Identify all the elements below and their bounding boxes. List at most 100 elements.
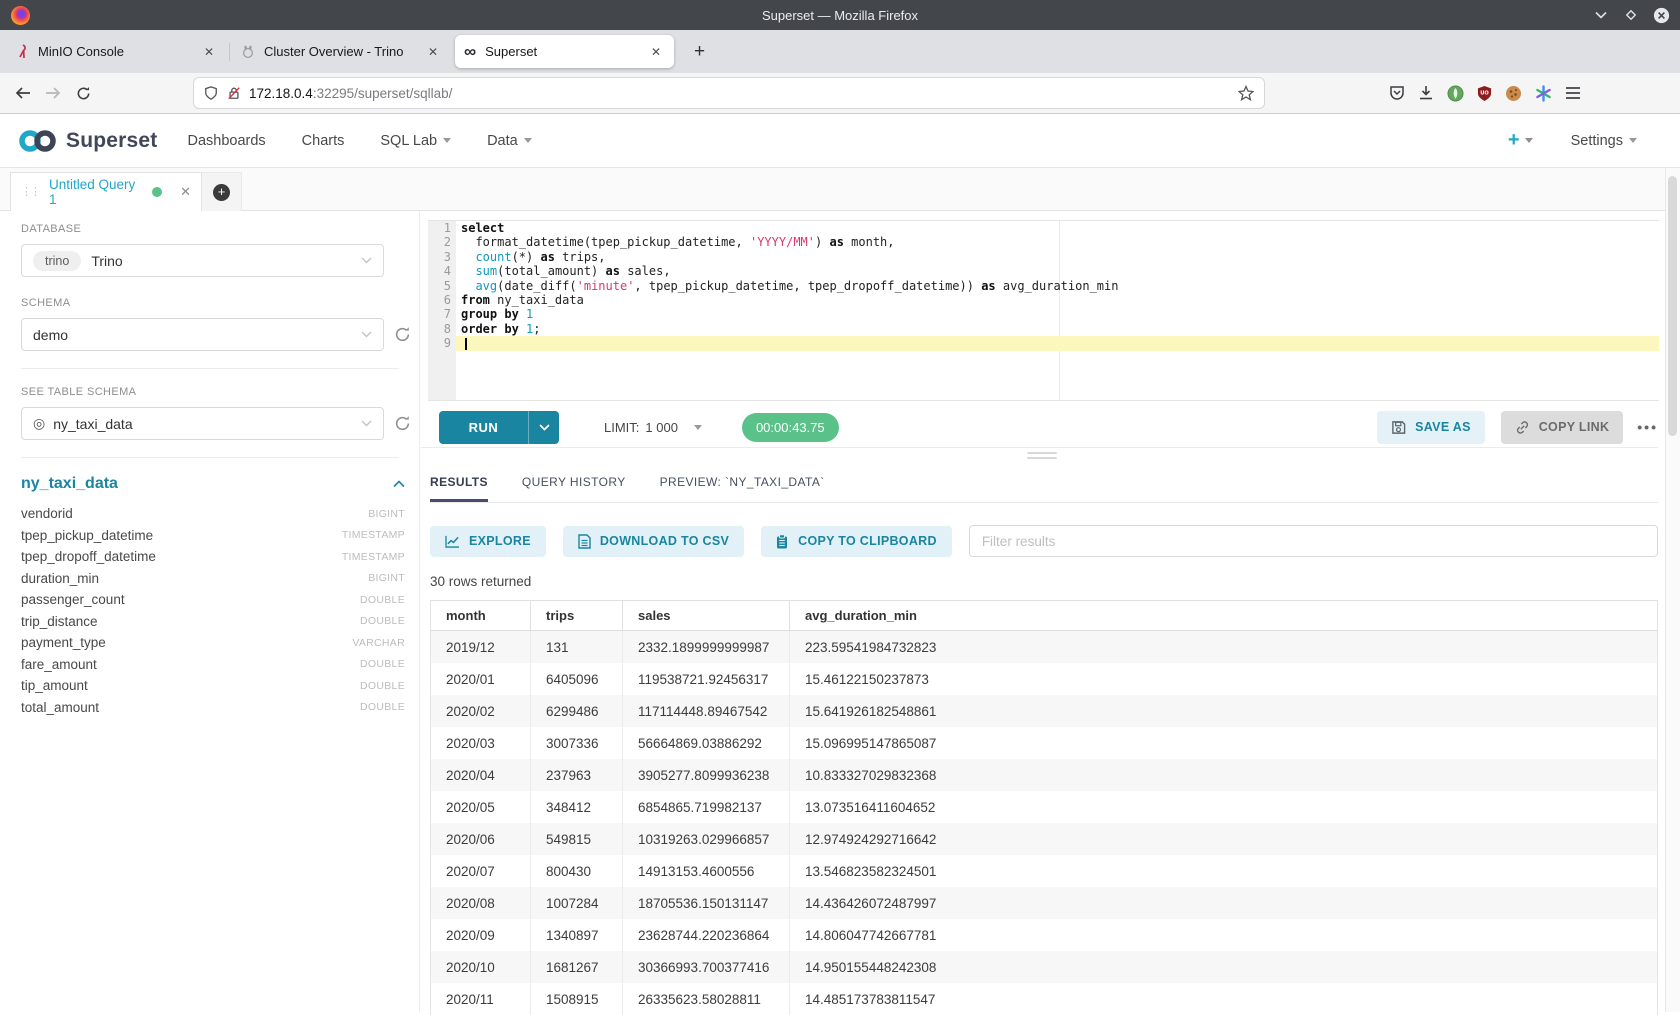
table-row[interactable]: 2020/0654981510319263.02996685712.974924… [431,823,1657,855]
sql-code[interactable]: select format_datetime(tpep_pickup_datet… [456,221,1659,400]
column-row[interactable]: vendoridBIGINT [21,503,405,525]
nav-data[interactable]: Data [487,133,532,149]
limit-dropdown[interactable]: LIMIT: 1 000 [604,420,702,435]
column-type: DOUBLE [360,701,405,713]
save-as-button[interactable]: SAVE AS [1377,411,1485,444]
query-tab-close-icon[interactable]: ✕ [180,184,191,200]
window-maximize-button[interactable] [1622,6,1640,24]
collapse-chevron-up-icon[interactable] [393,480,405,488]
column-header[interactable]: avg_duration_min [789,601,1657,630]
column-header[interactable]: month [431,601,530,630]
run-button[interactable]: RUN [439,411,559,444]
table-cell: 3007336 [530,727,622,759]
column-row[interactable]: trip_distanceDOUBLE [21,611,405,633]
settings-menu[interactable]: Settings [1571,133,1637,149]
scrollbar-thumb[interactable] [1668,176,1677,436]
column-row[interactable]: tpep_dropoff_datetime TIMESTAMP [21,546,405,568]
table-row[interactable]: 2020/026299486117114448.8946754215.64192… [431,695,1657,727]
table-cell: 10.833327029832368 [789,759,1657,791]
column-header[interactable]: sales [622,601,789,630]
window-minimize-button[interactable] [1592,6,1610,24]
database-select[interactable]: trino Trino [21,244,384,277]
run-options-caret[interactable] [528,411,559,444]
reload-button[interactable] [68,79,98,107]
table-row[interactable]: 2019/121312332.1899999999987223.59541984… [431,631,1657,663]
explore-button[interactable]: EXPLORE [430,526,546,557]
nav-sql-lab[interactable]: SQL Lab [380,133,451,149]
sql-line: order by 1; [456,322,1659,336]
browser-tab-superset[interactable]: ∞ Superset ✕ [455,35,674,68]
nav-dashboards[interactable]: Dashboards [187,133,265,149]
back-button[interactable] [8,79,38,107]
column-type: DOUBLE [360,615,405,627]
add-query-tab-button[interactable]: + [202,172,242,211]
tab-close-icon[interactable]: ✕ [647,43,665,61]
sql-editor[interactable]: 123456789 select format_datetime(tpep_pi… [428,220,1659,401]
hamburger-menu-icon[interactable] [1565,86,1581,100]
pocket-icon[interactable] [1389,85,1405,101]
query-tab-title[interactable]: Untitled Query 1 [49,177,143,207]
editor-gutter: 123456789 [428,221,456,400]
refresh-table-icon[interactable] [394,415,411,432]
ublock-origin-icon[interactable]: UO [1477,85,1492,102]
window-close-button[interactable] [1652,6,1670,24]
table-row[interactable]: 2020/09134089723628744.22023686414.80604… [431,919,1657,951]
table-row[interactable]: 2020/053484126854865.71998213713.0735164… [431,791,1657,823]
browser-tab-trino[interactable]: Cluster Overview - Trino ✕ [232,35,451,68]
table-row[interactable]: 2020/10168126730366993.70037741614.95015… [431,951,1657,983]
schema-select[interactable]: demo [21,318,384,351]
column-row[interactable]: total_amountDOUBLE [21,697,405,719]
table-row[interactable]: 2020/0780043014913153.460055613.54682358… [431,855,1657,887]
column-row[interactable]: tip_amountDOUBLE [21,675,405,697]
table-row[interactable]: 2020/11150891526335623.5802881114.485173… [431,983,1657,1015]
new-tab-button[interactable]: + [688,41,711,63]
column-row[interactable]: payment_typeVARCHAR [21,632,405,654]
superset-brand[interactable]: Superset [66,129,157,153]
column-row[interactable]: duration_minBIGINT [21,568,405,590]
tab-query-history[interactable]: QUERY HISTORY [522,463,626,502]
browser-tabstrip: MinIO Console ✕ Cluster Overview - Trino… [0,30,1680,73]
table-cell: 223.59541984732823 [789,631,1657,663]
url-bar[interactable]: 172.18.0.4:32295/superset/sqllab/ [194,78,1264,108]
query-tab[interactable]: ⋮⋮ Untitled Query 1 ✕ [10,172,202,211]
column-row[interactable]: fare_amountDOUBLE [21,654,405,676]
drag-handle-icon[interactable]: ⋮⋮ [21,187,39,197]
table-name-heading[interactable]: ny_taxi_data [21,475,118,493]
lock-disabled-icon[interactable] [227,85,241,101]
table-select[interactable]: ◎ ny_taxi_data [21,407,384,440]
new-item-button[interactable]: + [1508,129,1533,152]
cookie-extension-icon[interactable] [1505,85,1522,102]
more-options-button[interactable]: ••• [1637,419,1658,435]
page-scrollbar[interactable] [1665,168,1680,1012]
text-cursor [465,338,467,350]
column-type: TIMESTAMP [342,551,405,563]
line-number: 4 [428,264,456,278]
copy-clipboard-button[interactable]: COPY TO CLIPBOARD [761,526,952,557]
filter-results-input[interactable] [969,525,1658,557]
privacy-badger-icon[interactable] [1447,85,1464,102]
tab-results[interactable]: RESULTS [430,463,488,502]
table-row[interactable]: 2020/08100728418705536.15013114714.43642… [431,887,1657,919]
column-name: tpep_dropoff_datetime [21,549,156,564]
table-row[interactable]: 2020/03300733656664869.0388629215.096995… [431,727,1657,759]
column-header[interactable]: trips [530,601,622,630]
nav-charts[interactable]: Charts [302,133,345,149]
download-csv-button[interactable]: DOWNLOAD TO CSV [563,526,744,557]
copy-link-button[interactable]: COPY LINK [1501,411,1624,444]
shield-icon[interactable] [204,85,218,101]
browser-tab-minio[interactable]: MinIO Console ✕ [8,35,227,68]
tab-close-icon[interactable]: ✕ [424,43,442,61]
table-row[interactable]: 2020/042379633905277.809993623810.833327… [431,759,1657,791]
column-row[interactable]: passenger_countDOUBLE [21,589,405,611]
download-icon[interactable] [1418,85,1434,101]
forward-button[interactable] [38,79,68,107]
refresh-schema-icon[interactable] [394,326,411,343]
extension-asterisk-icon[interactable] [1535,85,1552,102]
pane-resize-handle[interactable] [1027,452,1057,462]
column-row[interactable]: tpep_pickup_datetimeTIMESTAMP [21,525,405,547]
table-row[interactable]: 2020/016405096119538721.9245631715.46122… [431,663,1657,695]
tab-close-icon[interactable]: ✕ [200,43,218,61]
tab-preview-table[interactable]: PREVIEW: `NY_TAXI_DATA` [660,463,825,502]
bookmark-star-icon[interactable] [1238,85,1254,101]
clipboard-icon [776,534,789,549]
